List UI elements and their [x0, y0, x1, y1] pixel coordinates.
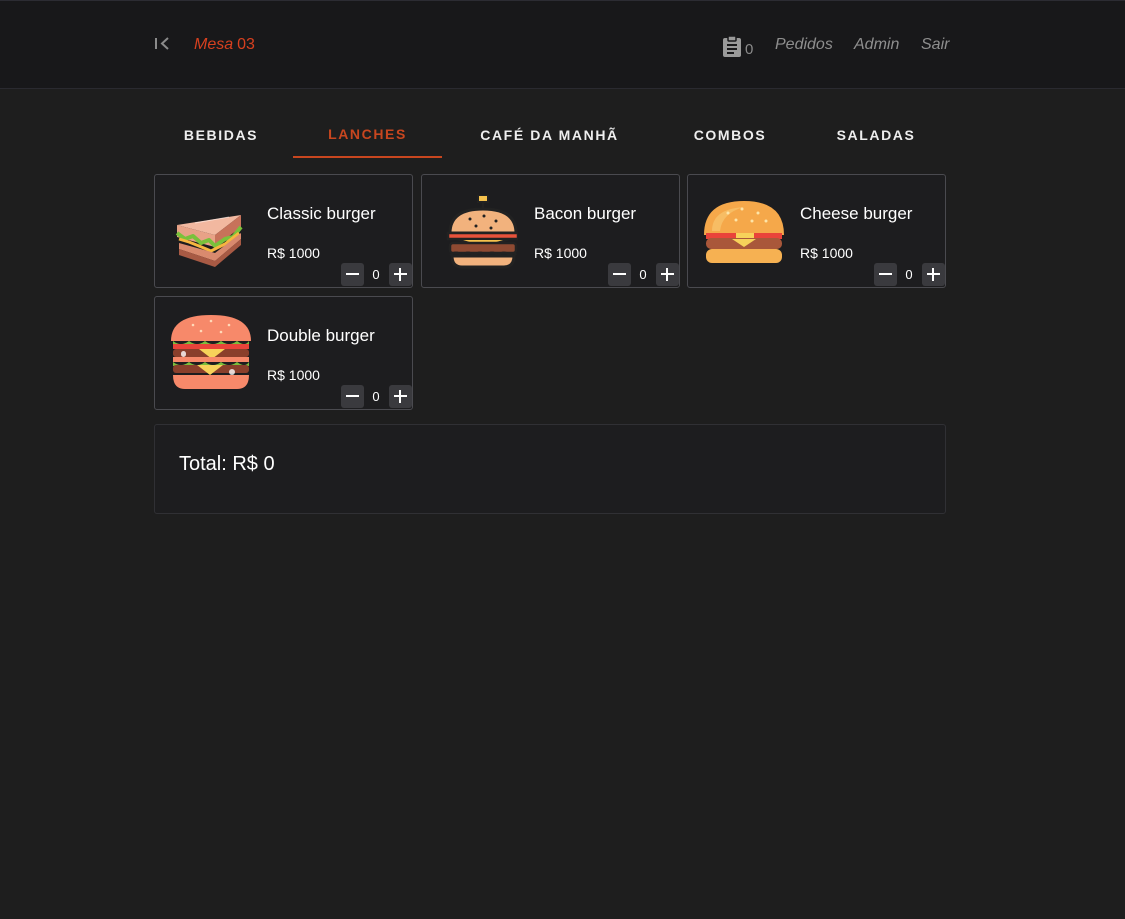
quantity-value: 0: [905, 267, 913, 282]
product-name: Bacon burger: [534, 204, 637, 223]
product-name: Double burger: [267, 326, 375, 345]
quantity-value: 0: [372, 267, 380, 282]
quantity-value: 0: [639, 267, 647, 282]
nav-link-pedidos[interactable]: Pedidos: [775, 36, 833, 54]
decrease-quantity-button[interactable]: [874, 263, 897, 286]
increase-quantity-button[interactable]: [922, 263, 945, 286]
product-card[interactable]: Cheese burger R$ 1000 0: [687, 174, 946, 288]
table-number: 03: [237, 36, 255, 53]
bacon-burger-icon: [446, 195, 518, 269]
decrease-quantity-button[interactable]: [608, 263, 631, 286]
product-name: Classic burger: [267, 204, 376, 223]
product-name: Cheese burger: [800, 204, 913, 223]
increase-quantity-button[interactable]: [389, 263, 412, 286]
nav-link-sair[interactable]: Sair: [921, 36, 949, 54]
product-price: R$ 1000: [534, 245, 587, 261]
sandwich-icon: [175, 215, 243, 267]
order-total-panel: Total: R$ 0: [154, 424, 946, 514]
product-price: R$ 1000: [267, 367, 320, 383]
table-label: Mesa: [194, 36, 234, 53]
orders-count-badge: 0: [745, 41, 754, 58]
quantity-value: 0: [372, 389, 380, 404]
tab-cafe-da-manha[interactable]: CAFÉ DA MANHÃ: [442, 112, 657, 158]
order-total: Total: R$ 0: [179, 453, 275, 475]
product-card[interactable]: Bacon burger R$ 1000 0: [421, 174, 680, 288]
increase-quantity-button[interactable]: [656, 263, 679, 286]
product-card[interactable]: Double burger R$ 1000 0: [154, 296, 413, 410]
product-price: R$ 1000: [267, 245, 320, 261]
back-to-start-icon[interactable]: [153, 34, 173, 54]
cheese-burger-icon: [704, 201, 784, 263]
nav-link-admin[interactable]: Admin: [854, 36, 899, 54]
tab-combos[interactable]: COMBOS: [657, 112, 803, 158]
decrease-quantity-button[interactable]: [341, 263, 364, 286]
product-card[interactable]: Classic burger R$ 1000 0: [154, 174, 413, 288]
category-tabs: BEBIDAS LANCHES CAFÉ DA MANHÃ COMBOS SAL…: [148, 112, 948, 158]
double-burger-icon: [171, 315, 251, 389]
decrease-quantity-button[interactable]: [341, 385, 364, 408]
product-price: R$ 1000: [800, 245, 853, 261]
increase-quantity-button[interactable]: [389, 385, 412, 408]
clipboard-icon[interactable]: [721, 35, 743, 57]
tab-bebidas[interactable]: BEBIDAS: [148, 112, 294, 158]
tab-saladas[interactable]: SALADAS: [803, 112, 949, 158]
top-bar: Mesa 03 0 Pedidos Admin Sair: [0, 0, 1125, 89]
table-indicator: Mesa 03: [194, 36, 255, 54]
tab-lanches[interactable]: LANCHES: [293, 112, 442, 158]
